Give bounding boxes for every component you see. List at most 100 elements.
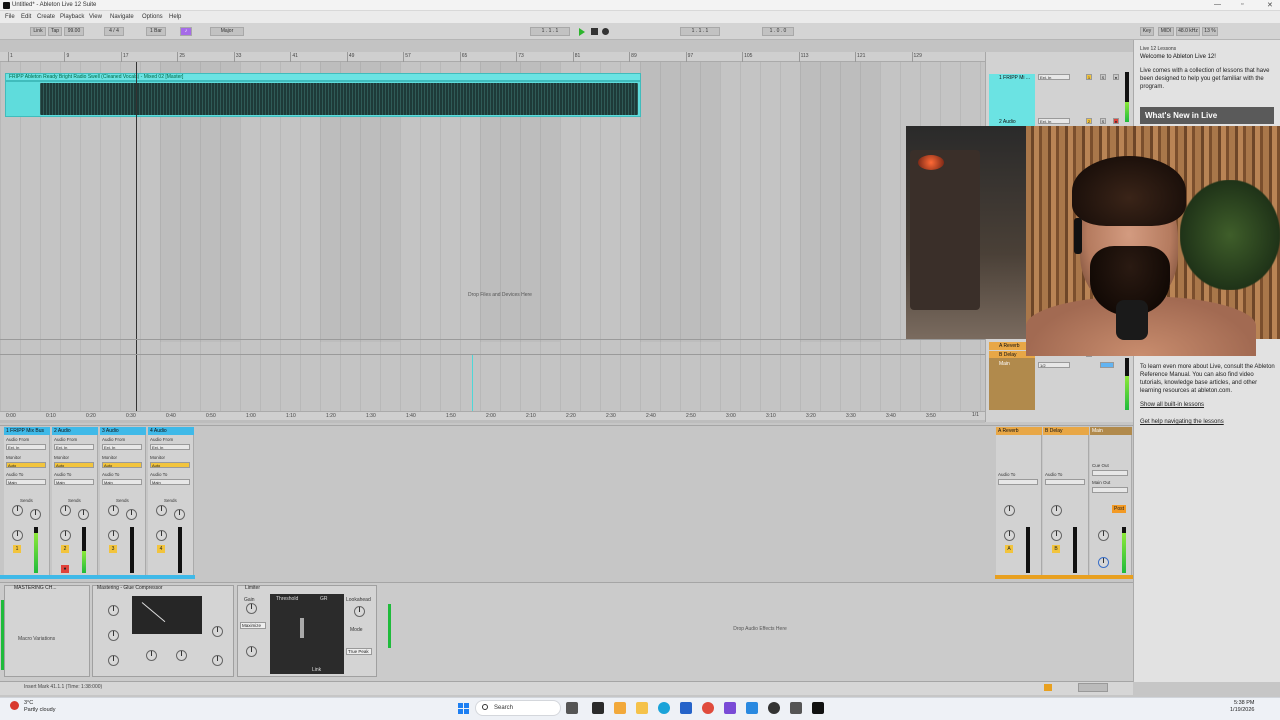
threshold-knob[interactable] <box>146 650 157 661</box>
main-pan-knob[interactable] <box>1098 530 1109 541</box>
limiter-release-knob[interactable] <box>246 646 257 657</box>
play-icon[interactable] <box>579 28 585 36</box>
midi-map-button[interactable]: MIDI <box>1158 27 1174 36</box>
main-strip-title[interactable]: Main <box>1090 427 1132 435</box>
settings-icon[interactable] <box>746 702 758 714</box>
track-header-1[interactable]: 1 FRIPP Mi ... <box>989 74 1035 82</box>
return-b-pan-knob[interactable] <box>1051 530 1062 541</box>
main-cue-button[interactable] <box>1100 362 1114 368</box>
chrome-icon[interactable] <box>702 702 714 714</box>
audio-clip-header[interactable]: FRIPP Ableton Ready Bright Radio Swell (… <box>5 73 641 81</box>
return-b-audio-to[interactable] <box>1045 479 1085 485</box>
strip-3-title[interactable]: 3 Audio <box>100 427 146 435</box>
dry-wet-knob[interactable] <box>212 655 223 666</box>
strip-4-track-activator[interactable]: 4 <box>157 545 165 553</box>
show-lessons-link[interactable]: Show all built-in lessons <box>1140 402 1204 408</box>
strip-2-pan-knob[interactable] <box>60 530 71 541</box>
strip-4-audio-to[interactable]: Main <box>150 479 190 485</box>
return-a-send-knob[interactable] <box>1004 505 1015 516</box>
task-view-icon[interactable] <box>566 702 578 714</box>
maximize-button[interactable]: Maximize <box>240 622 266 629</box>
menu-create[interactable]: Create <box>37 14 55 20</box>
minimize-icon[interactable]: — <box>1214 1 1221 8</box>
strip-2-send-b-knob[interactable] <box>78 509 89 520</box>
strip-2-audio-to[interactable]: Main <box>54 479 94 485</box>
record-icon[interactable] <box>602 28 609 35</box>
strip-1-monitor[interactable]: Auto <box>6 462 46 468</box>
return-a-activator[interactable]: A <box>1005 545 1013 553</box>
main-track-header[interactable] <box>989 358 1035 410</box>
time-ruler[interactable]: 0:00 0:10 0:20 0:30 0:40 0:50 1:00 1:10 1:20 1:30… <box>0 411 985 420</box>
weather-icon[interactable] <box>10 701 19 710</box>
strip-1-audio-to[interactable]: Main <box>6 479 46 485</box>
whats-new-banner[interactable]: What's New in Live <box>1140 107 1274 124</box>
time-signature-field[interactable]: 4 / 4 <box>104 27 124 36</box>
track-2-arm-icon[interactable]: ● <box>1113 118 1119 124</box>
strip-1-send-a-knob[interactable] <box>12 505 23 516</box>
true-peak-button[interactable]: True Peak <box>346 648 372 655</box>
view-switcher[interactable] <box>1078 683 1108 692</box>
strip-3-track-activator[interactable]: 3 <box>109 545 117 553</box>
taskbar-search[interactable]: Search <box>475 700 561 716</box>
ratio-knob[interactable] <box>108 655 119 666</box>
menu-help[interactable]: Help <box>169 14 181 20</box>
return-b-title[interactable]: B Delay <box>1043 427 1089 435</box>
app-icon[interactable] <box>724 702 736 714</box>
strip-3-send-a-knob[interactable] <box>108 505 119 516</box>
strip-4-pan-knob[interactable] <box>156 530 167 541</box>
track-1-activator[interactable]: 1 <box>1086 74 1092 80</box>
strip-4-send-b-knob[interactable] <box>174 509 185 520</box>
quantize-select[interactable]: 1 Bar <box>146 27 166 36</box>
menu-file[interactable]: File <box>5 14 15 20</box>
attack-knob[interactable] <box>108 605 119 616</box>
return-b-send-knob[interactable] <box>1051 505 1062 516</box>
return-b-activator[interactable]: B <box>1052 545 1060 553</box>
strip-1-track-activator[interactable]: 1 <box>13 545 21 553</box>
strip-2-send-a-knob[interactable] <box>60 505 71 516</box>
file-explorer-icon[interactable] <box>636 702 648 714</box>
lookahead-knob[interactable] <box>354 606 365 617</box>
strip-2-track-activator[interactable]: 2 <box>61 545 69 553</box>
main-out-select[interactable] <box>1092 487 1128 493</box>
track-header-2[interactable]: 2 Audio <box>989 118 1035 126</box>
strip-4-audio-from[interactable]: Ext. In <box>150 444 190 450</box>
key-map-button[interactable]: Key <box>1140 27 1154 36</box>
strip-3-send-b-knob[interactable] <box>126 509 137 520</box>
link-button[interactable]: Link <box>30 27 46 36</box>
return-a-title[interactable]: A Reverb <box>996 427 1042 435</box>
stop-icon[interactable] <box>591 28 598 35</box>
gain-knob[interactable] <box>246 603 257 614</box>
post-button[interactable]: Post <box>1112 505 1126 513</box>
strip-4-title[interactable]: 4 Audio <box>148 427 194 435</box>
tap-button[interactable]: Tap <box>48 27 62 36</box>
track-2-activator[interactable]: 2 <box>1086 118 1092 124</box>
strip-2-title[interactable]: 2 Audio <box>52 427 98 435</box>
menu-edit[interactable]: Edit <box>21 14 31 20</box>
track-1-solo[interactable]: S <box>1100 74 1106 80</box>
strip-2-arm-icon[interactable]: ● <box>61 565 69 573</box>
menu-playback[interactable]: Playback <box>60 14 84 20</box>
scale-toggle[interactable]: ♪ <box>180 27 192 36</box>
strip-1-audio-from[interactable]: Ext. In <box>6 444 46 450</box>
track-1-input[interactable]: Ext. In <box>1038 74 1070 80</box>
mastering-rack[interactable] <box>4 585 90 677</box>
main-track-indicator-icon[interactable] <box>1044 684 1052 691</box>
help-navigating-link[interactable]: Get help navigating the lessons <box>1140 419 1224 425</box>
main-output-select[interactable]: 1/2 <box>1038 362 1070 368</box>
loop-length[interactable]: 1 . 0 . 0 <box>762 27 794 36</box>
track-2-input[interactable]: Ext. In <box>1038 118 1070 124</box>
strip-1-send-b-knob[interactable] <box>30 509 41 520</box>
maximize-icon[interactable]: ▫ <box>1241 1 1243 8</box>
ableton-taskbar-icon[interactable] <box>812 702 824 714</box>
beat-ruler[interactable]: 1 9 17 25 33 41 49 57 65 73 81 89 97 105 113 121 129 <box>0 52 985 62</box>
weather-widget[interactable]: 3°C Partly cloudy <box>24 700 56 714</box>
app-icon-2[interactable] <box>790 702 802 714</box>
arrangement-scrollbar[interactable] <box>0 420 985 423</box>
range-knob[interactable] <box>212 626 223 637</box>
strip-3-monitor[interactable]: Auto <box>102 462 142 468</box>
tempo-field[interactable]: 99.00 <box>64 27 84 36</box>
strip-3-pan-knob[interactable] <box>108 530 119 541</box>
strip-1-title[interactable]: 1 FRIPP Mix Bus <box>4 427 50 435</box>
threshold-slider[interactable] <box>300 618 304 638</box>
track-2-solo[interactable]: S <box>1100 118 1106 124</box>
